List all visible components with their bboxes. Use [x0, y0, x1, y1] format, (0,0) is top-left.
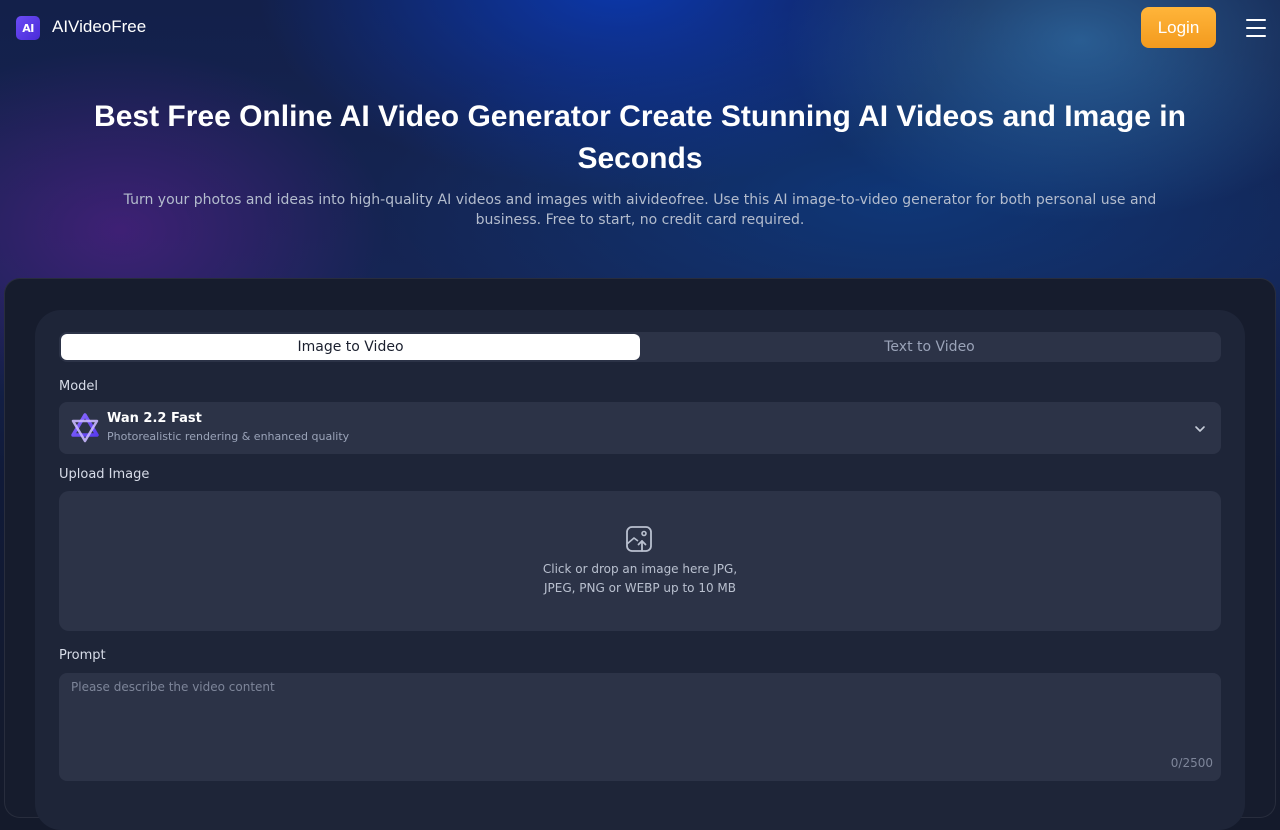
brand-name[interactable]: AIVideoFree [52, 17, 146, 37]
top-nav: AI AIVideoFree Login [0, 0, 1280, 56]
model-label: Model [59, 379, 99, 394]
page-title: Best Free Online AI Video Generator Crea… [94, 100, 1186, 175]
model-select[interactable]: Wan 2.2 Fast Photorealistic rendering & … [59, 402, 1221, 454]
model-name: Wan 2.2 Fast [107, 411, 202, 426]
brand-logo-icon[interactable]: AI [16, 16, 40, 40]
prompt-input[interactable] [59, 673, 1221, 781]
upload-label: Upload Image [59, 467, 150, 482]
prompt-char-count: 0/2500 [1170, 756, 1213, 770]
page-subtitle: Turn your photos and ideas into high-qua… [123, 192, 1157, 228]
chevron-down-icon [1195, 426, 1205, 432]
upload-instructions: Click or drop an image here JPG, JPEG, P… [542, 562, 738, 595]
tab-image-to-video[interactable]: Image to Video [61, 334, 640, 360]
model-description: Photorealistic rendering & enhanced qual… [107, 430, 350, 443]
image-upload-icon [626, 526, 652, 552]
image-upload-dropzone[interactable]: Click or drop an image here JPG, JPEG, P… [59, 491, 1221, 631]
tab-text-to-video[interactable]: Text to Video [640, 334, 1219, 360]
mode-tabs: Image to Video Text to Video [59, 332, 1221, 362]
login-button[interactable]: Login [1141, 7, 1216, 48]
wan-model-logo-icon [71, 413, 99, 443]
prompt-label: Prompt [59, 648, 106, 663]
hamburger-menu-icon[interactable] [1244, 17, 1268, 39]
